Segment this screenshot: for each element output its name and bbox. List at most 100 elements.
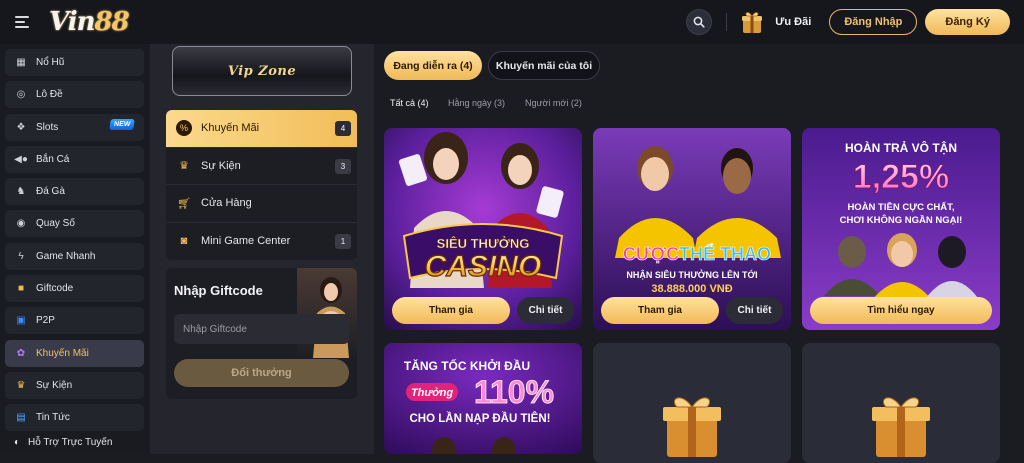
category-count: 4	[335, 121, 351, 136]
gift-box-icon	[663, 397, 721, 457]
p2p-icon: ▣	[16, 315, 26, 327]
sidebar-item-label: Giftcode	[36, 283, 74, 295]
giftcode-model-image	[297, 268, 357, 358]
news-icon: ▤	[16, 412, 26, 424]
cashback-line1: HOÀN TRẢ VÔ TẬN	[845, 140, 957, 155]
sidebar-item-label: Sự Kiện	[36, 379, 73, 391]
sidebar: ▦ Nổ Hũ ◎ Lô Đề ❖ Slots NEW ◀● Bắn Cá ♞ Đá Gà …	[0, 44, 150, 454]
gamepad-icon: ◙	[180, 235, 188, 248]
casino-line2: CASINO	[425, 250, 542, 283]
slot-machine-icon: ▦	[16, 57, 26, 68]
promo-card-placeholder[interactable]	[802, 343, 1000, 463]
lottery-ball-icon: ◎	[16, 89, 26, 101]
gift-icon[interactable]	[739, 9, 765, 35]
join-button[interactable]: Tham gia	[601, 297, 719, 324]
sidebar-item-label: Game Nhanh	[36, 250, 96, 262]
subtab-new-user[interactable]: Người mới (2)	[525, 98, 582, 108]
giftcode-title: Nhập Giftcode	[174, 283, 263, 298]
category-count: 3	[335, 158, 351, 174]
login-button[interactable]: Đăng Nhập	[829, 9, 918, 35]
trophy-icon: ♛	[179, 160, 189, 173]
category-label: Mini Game Center	[201, 235, 291, 248]
sidebar-item-quay-so[interactable]: ◉ Quay Số	[5, 210, 144, 238]
sidebar-item-game-nhanh[interactable]: ϟ Game Nhanh	[5, 242, 144, 270]
sidebar-item-label: Tin Tức	[36, 412, 70, 424]
sidebar-item-tin-tuc[interactable]: ▤ Tin Tức	[5, 404, 144, 432]
tab-ongoing[interactable]: Đang diễn ra (4)	[384, 51, 482, 80]
category-su-kien[interactable]: ♛ Sự Kiện 3	[166, 148, 357, 185]
sidebar-item-da-ga[interactable]: ♞ Đá Gà	[5, 178, 144, 206]
sidebar-item-no-hu[interactable]: ▦ Nổ Hũ	[5, 49, 144, 76]
details-button[interactable]: Chi tiết	[726, 297, 783, 324]
sidebar-item-slots[interactable]: ❖ Slots NEW	[5, 113, 144, 141]
top-bar: Vin88 Ưu Đãi Đăng Nhập Đăng Ký	[0, 0, 1024, 44]
sidebar-item-label: Lô Đề	[36, 89, 63, 101]
promotions-content: Đang diễn ra (4) Khuyến mãi của tôi Tất …	[374, 44, 1024, 463]
support-link[interactable]: ◐ Hỗ Trợ Trực Tuyến	[5, 437, 144, 448]
tab-my-promotions[interactable]: Khuyến mãi của tôi	[488, 51, 600, 80]
cashback-line2: 1,25%	[853, 158, 949, 196]
promo-card-cashback[interactable]: HOÀN TRẢ VÔ TẬN 1,25% HOÀN TIỀN CỰC CHẤT…	[802, 128, 1000, 330]
new-badge: NEW	[108, 118, 135, 130]
search-icon[interactable]	[686, 9, 713, 35]
promo-link[interactable]: Ưu Đãi	[775, 16, 811, 28]
giftcode-box: Nhập Giftcode Đổi thưởng	[166, 268, 357, 399]
percent-icon: %	[176, 120, 192, 137]
promo-category-panel: Vip Zone % Khuyến Mãi 4 ♛ Sự Kiện 3 🛒︎ C…	[150, 44, 374, 454]
sidebar-item-label: Nổ Hũ	[36, 57, 65, 68]
logo[interactable]: Vin88	[49, 7, 130, 37]
sports-line2: THỂ THAO	[679, 243, 771, 264]
category-count: 1	[335, 233, 351, 249]
cashback-line4: CHƠI KHÔNG NGẦN NGẠI!	[840, 214, 963, 226]
gift-icon: ■	[17, 283, 25, 295]
deposit-line3: 110%	[474, 374, 554, 410]
details-button[interactable]: Chi tiết	[517, 297, 574, 324]
sports-line1: CƯỢC	[623, 244, 679, 264]
headset-icon: ◐	[14, 436, 21, 448]
cashback-line3: HOÀN TIỀN CỰC CHẤT,	[847, 202, 954, 213]
support-label: Hỗ Trợ Trực Tuyến	[28, 436, 113, 448]
redeem-button[interactable]: Đổi thưởng	[174, 359, 349, 387]
sports-line4: 38.888.000 VNĐ	[651, 283, 732, 295]
promotion-icon: ✿	[16, 347, 26, 359]
vip-zone-label: Vip Zone	[227, 63, 297, 79]
category-mini-game[interactable]: ◙ Mini Game Center 1	[166, 223, 357, 261]
sidebar-item-label: Quay Số	[36, 218, 75, 230]
subtab-all[interactable]: Tất cả (4)	[390, 98, 429, 108]
deposit-line4: CHO LẦN NẠP ĐẦU TIÊN!	[410, 412, 551, 425]
divider	[726, 13, 728, 31]
register-button[interactable]: Đăng Ký	[925, 9, 1010, 35]
sidebar-item-lo-de[interactable]: ◎ Lô Đề	[5, 81, 144, 109]
subtab-daily[interactable]: Hằng ngày (3)	[448, 98, 505, 108]
promo-card-first-deposit[interactable]: TĂNG TỐC KHỞI ĐẦU Thưởng 110% CHO LẦN NẠ…	[384, 343, 582, 454]
menu-icon[interactable]	[15, 16, 29, 28]
category-cua-hang[interactable]: 🛒︎ Cửa Hàng	[166, 185, 357, 223]
rooster-icon: ♞	[16, 186, 26, 198]
vip-zone-card[interactable]: Vip Zone	[172, 46, 352, 96]
sidebar-item-label: Đá Gà	[36, 186, 65, 198]
logo-number: 88	[94, 7, 130, 37]
slots-icon: ❖	[16, 121, 26, 133]
giftcode-input[interactable]	[174, 314, 349, 344]
category-khuyen-mai[interactable]: % Khuyến Mãi 4	[166, 110, 357, 148]
learn-more-button[interactable]: Tìm hiểu ngay	[810, 297, 992, 324]
promo-card-casino[interactable]: SIÊU THƯỞNG CASINO Tham gia Chi tiết	[384, 128, 582, 330]
sidebar-item-label: Bắn Cá	[36, 153, 70, 165]
cart-icon: 🛒︎	[177, 197, 191, 210]
lottery-wheel-icon: ◉	[16, 218, 26, 230]
sidebar-item-ban-ca[interactable]: ◀● Bắn Cá	[5, 145, 144, 173]
category-label: Khuyến Mãi	[201, 122, 260, 135]
casino-line1: SIÊU THƯỞNG	[437, 236, 530, 251]
promo-card-sports[interactable]: CƯỢC THỂ THAO NHẬN SIÊU THƯỞNG LÊN TỚI 3…	[593, 128, 791, 330]
category-label: Sự Kiện	[201, 159, 241, 172]
sidebar-item-khuyen-mai[interactable]: ✿ Khuyến Mãi	[5, 339, 144, 367]
sidebar-item-p2p[interactable]: ▣ P2P	[5, 307, 144, 335]
sidebar-item-giftcode[interactable]: ■ Giftcode	[5, 275, 144, 303]
sidebar-item-su-kien[interactable]: ♛ Sự Kiện	[5, 371, 144, 399]
promo-card-placeholder[interactable]	[593, 343, 791, 463]
sidebar-item-label: P2P	[36, 315, 55, 327]
fish-icon: ◀●	[14, 153, 28, 165]
first-deposit-banner-image: TĂNG TỐC KHỞI ĐẦU Thưởng 110% CHO LẦN NẠ…	[384, 343, 582, 454]
lightning-icon: ϟ	[18, 250, 24, 262]
join-button[interactable]: Tham gia	[392, 297, 510, 324]
